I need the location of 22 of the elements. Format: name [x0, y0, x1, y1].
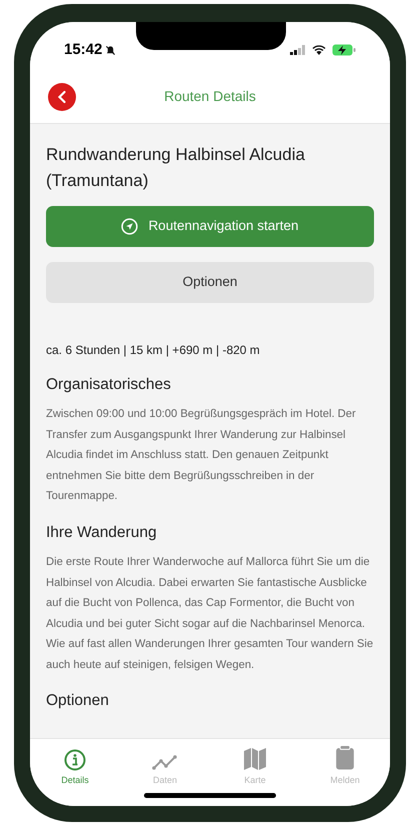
status-time: 15:42	[64, 40, 102, 60]
section-text: Die erste Route Ihrer Wanderwoche auf Mallorca führt Sie um die Halbinsel von Alcudia. Dabei erwarten Sie fantastische Ausblicke auf die Bucht von Pollenca, das Cap Formentor, die Bucht von Alcudia und bei guter Sicht sogar auf die Nachbarinsel Menorca. Wie auf fast allen Wanderungen Ihrer gesamten Tour wandern Sie auch heute auf steinigen, felsigen Wegen.	[46, 555, 374, 672]
start-navigation-button[interactable]: Routennavigation starten	[46, 206, 374, 247]
back-button[interactable]	[48, 82, 76, 110]
line-chart-icon	[152, 754, 178, 770]
route-title: Rundwanderung Halbinsel Alcudia (Tramuntana)	[46, 144, 306, 192]
battery-charging-icon	[332, 44, 356, 56]
tab-bar-item[interactable]: Details	[30, 745, 120, 787]
bell-slash-icon	[105, 44, 116, 56]
section-heading: Organisatorisches	[46, 375, 172, 395]
signal-icon	[290, 45, 306, 55]
section-heading: Ihre Wanderung	[46, 522, 158, 543]
info-icon	[64, 748, 86, 770]
section-heading: Optionen	[46, 691, 110, 711]
chevron-left-icon	[57, 90, 67, 104]
section-text: Zwischen 09:00 und 10:00 Begrüßungsgespräch im Hotel. Der Transfer zum Ausgangspunkt Ihrer Wanderung zur Halbinsel Alcudia findet im Anschluss statt. Den genauen Zeitpunkt entnehmen Sie bitte dem Begrüßungsschreiben in der Tourenmappe.	[46, 407, 357, 504]
map-icon	[243, 746, 267, 770]
route-stats: ca. 6 Stunden | 15 km | +690 m | -820 m	[46, 342, 261, 359]
wifi-icon	[312, 45, 326, 55]
clipboard-icon	[335, 745, 355, 770]
screen-title: Routen Details	[163, 87, 257, 106]
options-button[interactable]: Optionen	[46, 262, 374, 303]
